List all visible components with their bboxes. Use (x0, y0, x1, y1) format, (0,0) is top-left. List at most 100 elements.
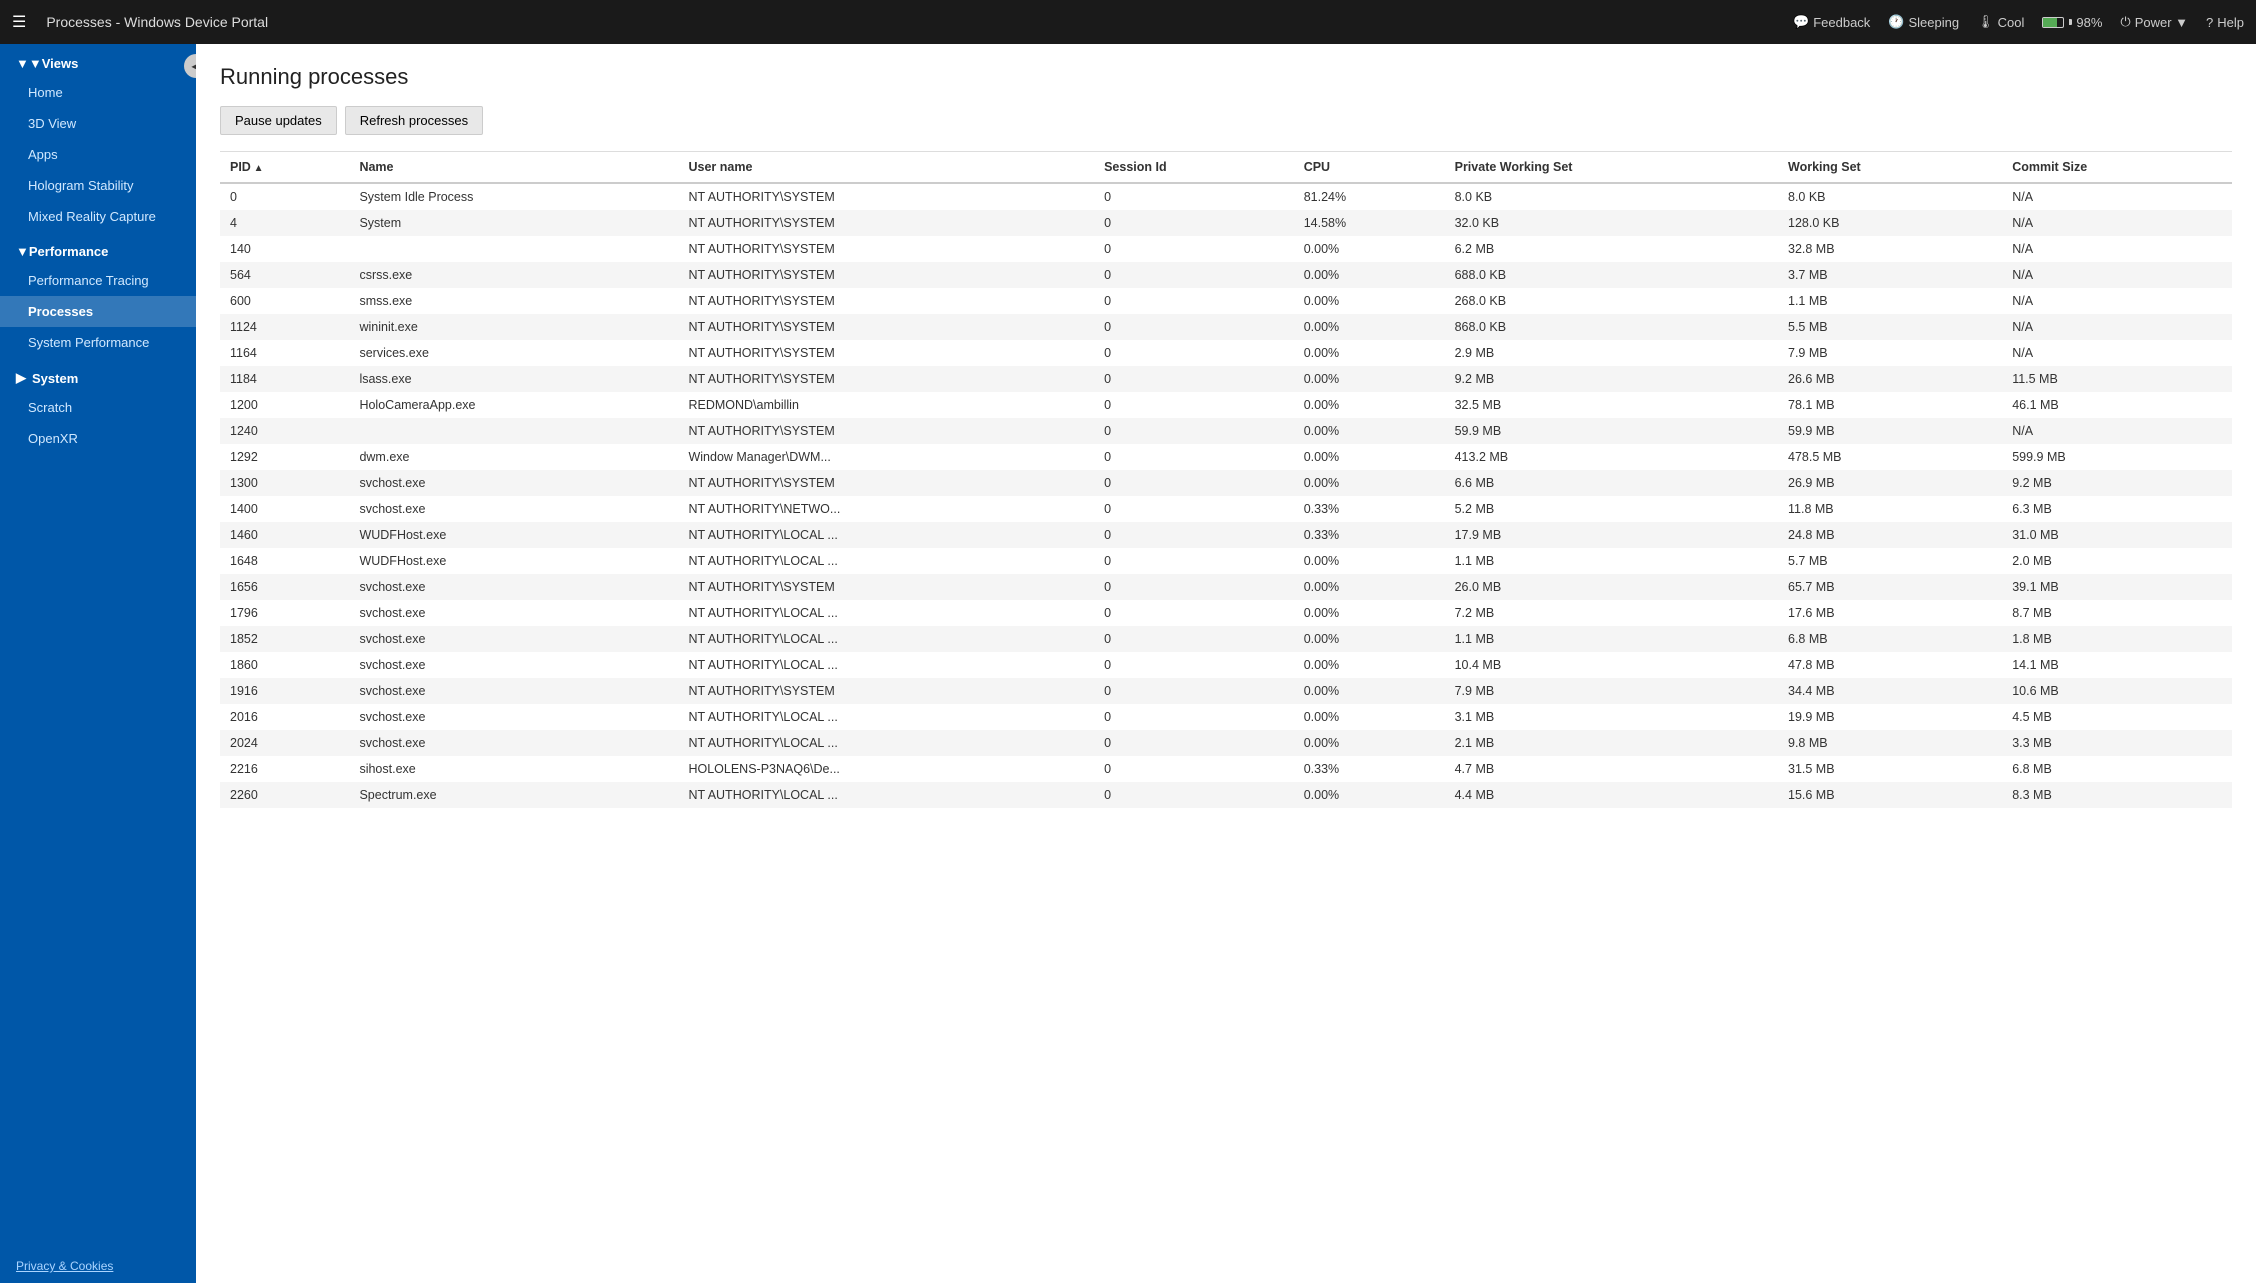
refresh-processes-button[interactable]: Refresh processes (345, 106, 483, 135)
table-row[interactable]: 2260Spectrum.exeNT AUTHORITY\LOCAL ...00… (220, 782, 2232, 808)
cell-6: 47.8 MB (1778, 652, 2002, 678)
table-row[interactable]: 1300svchost.exeNT AUTHORITY\SYSTEM00.00%… (220, 470, 2232, 496)
table-row[interactable]: 1796svchost.exeNT AUTHORITY\LOCAL ...00.… (220, 600, 2232, 626)
power-button[interactable]: ⏻ Power ▼ (2120, 14, 2188, 30)
cell-0: 1860 (220, 652, 349, 678)
table-row[interactable]: 1860svchost.exeNT AUTHORITY\LOCAL ...00.… (220, 652, 2232, 678)
cell-3: 0 (1094, 340, 1294, 366)
table-row[interactable]: 2024svchost.exeNT AUTHORITY\LOCAL ...00.… (220, 730, 2232, 756)
sidebar-item-processes[interactable]: Processes (0, 296, 196, 327)
table-row[interactable]: 1400svchost.exeNT AUTHORITY\NETWO...00.3… (220, 496, 2232, 522)
cell-4: 0.00% (1294, 782, 1445, 808)
cell-2: NT AUTHORITY\SYSTEM (678, 183, 1094, 210)
help-button[interactable]: ? Help (2206, 15, 2244, 30)
cell-0: 4 (220, 210, 349, 236)
sidebar-system-header[interactable]: ▶ System (0, 358, 196, 392)
cell-0: 2024 (220, 730, 349, 756)
cell-1: svchost.exe (349, 652, 678, 678)
cell-3: 0 (1094, 704, 1294, 730)
col-name[interactable]: Name (349, 152, 678, 183)
table-row[interactable]: 1292dwm.exeWindow Manager\DWM...00.00%41… (220, 444, 2232, 470)
feedback-icon: 💬 (1793, 14, 1809, 30)
privacy-cookies-link[interactable]: Privacy & Cookies (0, 1249, 196, 1283)
table-row[interactable]: 1124wininit.exeNT AUTHORITY\SYSTEM00.00%… (220, 314, 2232, 340)
cell-2: NT AUTHORITY\SYSTEM (678, 470, 1094, 496)
sidebar-item-apps[interactable]: Apps (0, 139, 196, 170)
col-pid[interactable]: PID (220, 152, 349, 183)
cell-7: 6.8 MB (2002, 756, 2232, 782)
sidebar-item-performance-tracing[interactable]: Performance Tracing (0, 265, 196, 296)
table-row[interactable]: 564csrss.exeNT AUTHORITY\SYSTEM00.00%688… (220, 262, 2232, 288)
help-icon: ? (2206, 15, 2213, 30)
cell-2: NT AUTHORITY\SYSTEM (678, 366, 1094, 392)
table-row[interactable]: 0System Idle ProcessNT AUTHORITY\SYSTEM0… (220, 183, 2232, 210)
table-row[interactable]: 1200HoloCameraApp.exeREDMOND\ambillin00.… (220, 392, 2232, 418)
cell-3: 0 (1094, 626, 1294, 652)
table-row[interactable]: 1164services.exeNT AUTHORITY\SYSTEM00.00… (220, 340, 2232, 366)
col-ws[interactable]: Working Set (1778, 152, 2002, 183)
cell-5: 4.4 MB (1445, 782, 1778, 808)
table-row[interactable]: 1460WUDFHost.exeNT AUTHORITY\LOCAL ...00… (220, 522, 2232, 548)
table-row[interactable]: 140NT AUTHORITY\SYSTEM00.00%6.2 MB32.8 M… (220, 236, 2232, 262)
table-row[interactable]: 1184lsass.exeNT AUTHORITY\SYSTEM00.00%9.… (220, 366, 2232, 392)
sidebar-item-openxr[interactable]: OpenXR (0, 423, 196, 454)
sidebar-performance-header[interactable]: ▼ Performance (0, 232, 196, 265)
cell-6: 17.6 MB (1778, 600, 2002, 626)
cell-1: svchost.exe (349, 730, 678, 756)
col-cpu[interactable]: CPU (1294, 152, 1445, 183)
table-row[interactable]: 2216sihost.exeHOLOLENS-P3NAQ6\De...00.33… (220, 756, 2232, 782)
table-row[interactable]: 1852svchost.exeNT AUTHORITY\LOCAL ...00.… (220, 626, 2232, 652)
table-row[interactable]: 1916svchost.exeNT AUTHORITY\SYSTEM00.00%… (220, 678, 2232, 704)
cell-4: 0.00% (1294, 652, 1445, 678)
sleeping-button[interactable]: 🕐 Sleeping (1888, 14, 1959, 30)
cell-4: 0.00% (1294, 600, 1445, 626)
cell-7: 14.1 MB (2002, 652, 2232, 678)
col-username[interactable]: User name (678, 152, 1094, 183)
cool-button[interactable]: 🌡 Cool (1977, 14, 2024, 30)
cell-6: 7.9 MB (1778, 340, 2002, 366)
sidebar-views-header[interactable]: ▼ ▼Views (0, 44, 196, 77)
cell-2: NT AUTHORITY\LOCAL ... (678, 548, 1094, 574)
cell-3: 0 (1094, 652, 1294, 678)
cell-3: 0 (1094, 470, 1294, 496)
cell-1: Spectrum.exe (349, 782, 678, 808)
cell-2: NT AUTHORITY\LOCAL ... (678, 600, 1094, 626)
cell-4: 0.00% (1294, 704, 1445, 730)
sidebar-item-scratch[interactable]: Scratch (0, 392, 196, 423)
cell-5: 7.9 MB (1445, 678, 1778, 704)
cell-1: lsass.exe (349, 366, 678, 392)
cell-6: 59.9 MB (1778, 418, 2002, 444)
cell-7: 46.1 MB (2002, 392, 2232, 418)
hamburger-icon[interactable]: ☰ (12, 12, 26, 32)
table-row[interactable]: 2016svchost.exeNT AUTHORITY\LOCAL ...00.… (220, 704, 2232, 730)
cell-0: 1460 (220, 522, 349, 548)
toolbar: Pause updates Refresh processes (220, 106, 2232, 135)
sidebar-item-home[interactable]: Home (0, 77, 196, 108)
cell-0: 1184 (220, 366, 349, 392)
cell-3: 0 (1094, 600, 1294, 626)
power-icon: ⏻ (2120, 14, 2130, 30)
table-row[interactable]: 600smss.exeNT AUTHORITY\SYSTEM00.00%268.… (220, 288, 2232, 314)
cell-0: 1292 (220, 444, 349, 470)
sidebar: ◀ ▼ ▼Views Home 3D View Apps Hologram St… (0, 44, 196, 1283)
table-row[interactable]: 4SystemNT AUTHORITY\SYSTEM014.58%32.0 KB… (220, 210, 2232, 236)
sidebar-item-hologram-stability[interactable]: Hologram Stability (0, 170, 196, 201)
feedback-button[interactable]: 💬 Feedback (1793, 14, 1870, 30)
cell-0: 1796 (220, 600, 349, 626)
col-sessionid[interactable]: Session Id (1094, 152, 1294, 183)
cell-6: 19.9 MB (1778, 704, 2002, 730)
col-private-ws[interactable]: Private Working Set (1445, 152, 1778, 183)
cell-5: 1.1 MB (1445, 548, 1778, 574)
col-commit[interactable]: Commit Size (2002, 152, 2232, 183)
sidebar-item-mixed-reality-capture[interactable]: Mixed Reality Capture (0, 201, 196, 232)
cell-5: 5.2 MB (1445, 496, 1778, 522)
pause-updates-button[interactable]: Pause updates (220, 106, 337, 135)
sidebar-item-system-performance[interactable]: System Performance (0, 327, 196, 358)
cell-7: N/A (2002, 183, 2232, 210)
sidebar-item-3dview[interactable]: 3D View (0, 108, 196, 139)
table-row[interactable]: 1648WUDFHost.exeNT AUTHORITY\LOCAL ...00… (220, 548, 2232, 574)
cell-3: 0 (1094, 262, 1294, 288)
cell-1 (349, 236, 678, 262)
table-row[interactable]: 1656svchost.exeNT AUTHORITY\SYSTEM00.00%… (220, 574, 2232, 600)
table-row[interactable]: 1240NT AUTHORITY\SYSTEM00.00%59.9 MB59.9… (220, 418, 2232, 444)
